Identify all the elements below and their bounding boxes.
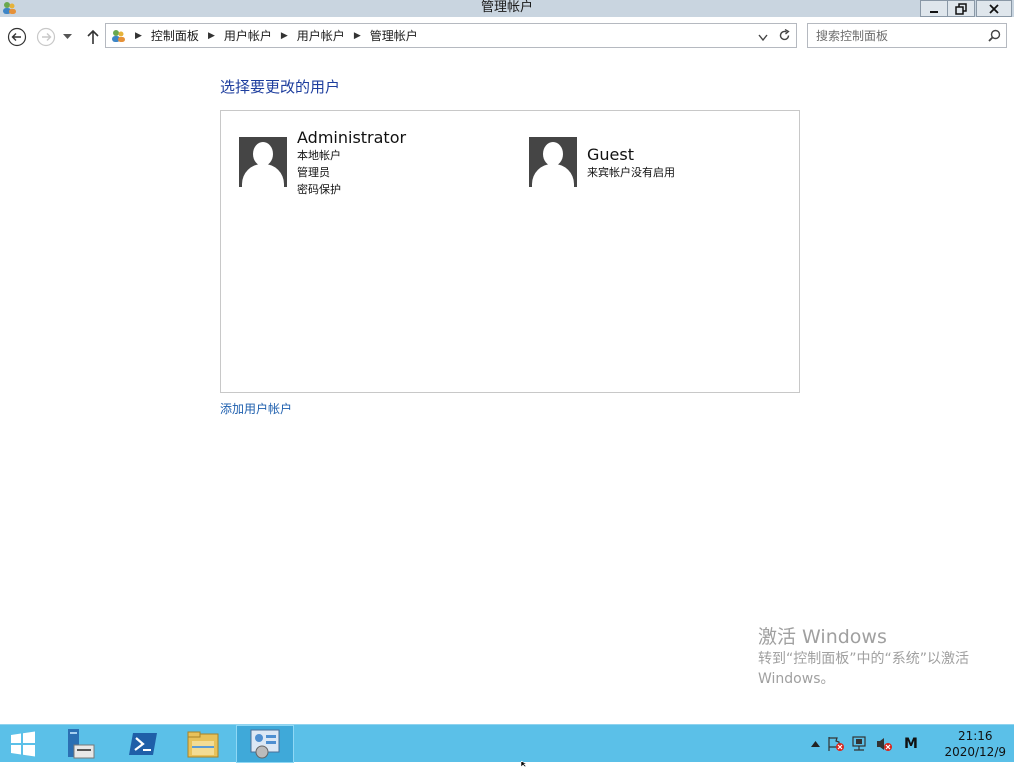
search-box[interactable] (807, 23, 1007, 48)
watermark-title: 激活 Windows (758, 626, 887, 648)
address-dropdown-chevron-icon[interactable] (758, 31, 768, 45)
volume-muted-icon[interactable] (872, 736, 896, 752)
breadcrumb-manage-accounts[interactable]: 管理帐户 (366, 27, 422, 44)
user-detail: 本地帐户 (297, 149, 341, 162)
up-arrow-icon (87, 29, 99, 44)
breadcrumb-user-accounts-category[interactable]: 用户帐户 (220, 27, 276, 44)
activation-watermark: 激活 Windows 转到“控制面板”中的“系统”以激活 Windows。 (758, 625, 969, 689)
recent-locations-dropdown[interactable] (60, 27, 74, 47)
forward-button[interactable] (36, 27, 56, 47)
user-tile-administrator[interactable]: Administrator 本地帐户 管理员 密码保护 (239, 128, 406, 198)
close-icon (989, 3, 999, 14)
breadcrumb-separator-icon[interactable]: ▶ (349, 31, 366, 41)
add-user-account-link[interactable]: 添加用户帐户 (220, 400, 292, 417)
user-tile-guest[interactable]: Guest 来宾帐户没有启用 (529, 137, 675, 187)
show-hidden-icons-chevron-icon[interactable] (806, 741, 824, 747)
forward-arrow-icon (36, 27, 56, 47)
chevron-down-icon (62, 34, 72, 39)
watermark-line: 转到“控制面板”中的“系统”以激活 (758, 651, 970, 667)
user-detail: 来宾帐户没有启用 (587, 166, 675, 179)
user-avatar-icon (529, 137, 577, 187)
breadcrumb-separator-icon[interactable]: ▶ (130, 31, 147, 41)
input-method-indicator[interactable]: M (896, 736, 926, 752)
taskbar: M 21:16 2020/12/9 (0, 724, 1014, 763)
clock-time: 21:16 (957, 729, 993, 743)
user-name: Administrator (297, 128, 407, 147)
breadcrumb-control-panel[interactable]: 控制面板 (147, 27, 203, 44)
user-avatar-icon (239, 137, 287, 187)
search-icon[interactable] (988, 29, 1001, 45)
taskbar-control-panel[interactable] (236, 725, 294, 763)
minimize-icon (930, 10, 938, 13)
restore-icon (955, 2, 967, 15)
breadcrumb-separator-icon[interactable]: ▶ (203, 31, 220, 41)
taskbar-powershell[interactable] (120, 725, 166, 763)
breadcrumb-separator-icon[interactable]: ▶ (276, 31, 293, 41)
minimize-button[interactable] (920, 0, 948, 17)
page-heading: 选择要更改的用户 (220, 78, 341, 96)
user-name: Guest (587, 145, 634, 164)
refresh-icon[interactable] (778, 28, 791, 45)
network-icon[interactable] (848, 736, 872, 752)
back-button[interactable] (7, 27, 27, 47)
system-tray: M (806, 725, 926, 763)
watermark-line: Windows。 (758, 671, 835, 687)
search-input[interactable] (816, 26, 976, 45)
control-panel-icon (106, 28, 130, 44)
up-button[interactable] (83, 27, 103, 47)
control-panel-icon (250, 729, 280, 759)
action-center-flag-icon[interactable] (824, 736, 848, 752)
close-button[interactable] (976, 0, 1012, 17)
user-detail: 密码保护 (297, 183, 341, 196)
folder-icon (187, 731, 219, 758)
powershell-icon (129, 733, 157, 755)
user-list-panel: Administrator 本地帐户 管理员 密码保护 Guest 来宾帐户没有… (220, 110, 800, 393)
clock[interactable]: 21:16 2020/12/9 (944, 728, 1006, 760)
taskbar-file-explorer[interactable] (180, 725, 226, 763)
clock-date: 2020/12/9 (944, 745, 1006, 759)
user-detail: 管理员 (297, 166, 330, 179)
taskbar-server-manager[interactable] (56, 725, 102, 763)
windows-logo-icon (11, 731, 35, 757)
back-arrow-icon (7, 27, 27, 47)
title-bar[interactable]: 管理帐户 (0, 0, 1014, 17)
address-bar[interactable]: ▶ 控制面板 ▶ 用户帐户 ▶ 用户帐户 ▶ 管理帐户 (105, 23, 797, 48)
start-button[interactable] (0, 725, 46, 763)
window-title: 管理帐户 (480, 0, 533, 15)
mouse-cursor-icon (520, 756, 529, 770)
server-manager-icon (68, 729, 95, 759)
breadcrumb-user-accounts[interactable]: 用户帐户 (293, 27, 349, 44)
control-panel-window: 管理帐户 ▶ 控制面板 ▶ 用户帐户 ▶ 用户帐户 ▶ 管理帐户 搜索控制面板 … (0, 0, 1014, 724)
restore-button[interactable] (947, 0, 975, 17)
